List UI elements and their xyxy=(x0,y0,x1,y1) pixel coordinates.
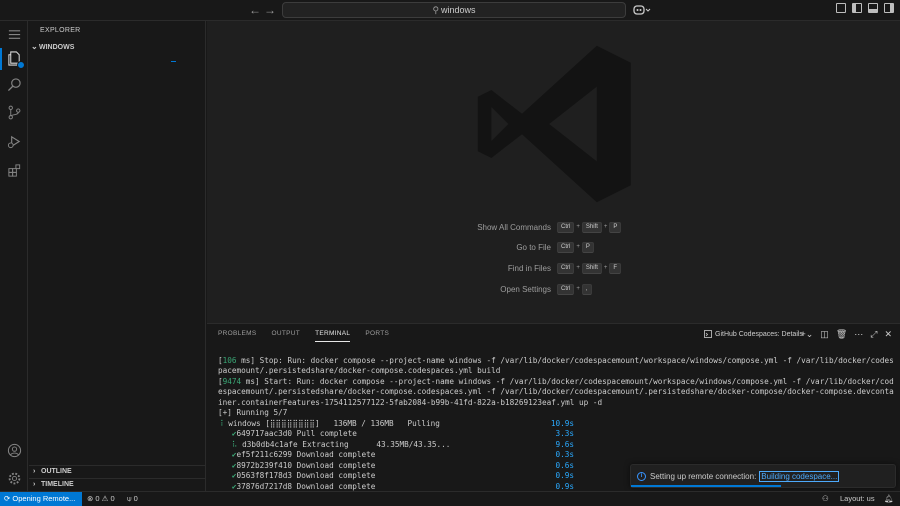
hint-open-settings: Open Settings Ctrl +, xyxy=(447,283,747,295)
primary-sidebar: EXPLORER ⌄WINDOWS › OUTLINE › TIMELINE xyxy=(29,21,206,491)
terminal-row: ⠸ windows [⣿⣿⣿⣿⣿⣿⣿⣿] 136MB / 136MB Pulli… xyxy=(218,418,574,428)
layout-controls xyxy=(836,3,894,13)
extensions-icon[interactable] xyxy=(4,160,24,180)
tab-terminal[interactable]: TERMINAL xyxy=(315,330,351,342)
toggle-secondary-sidebar-icon[interactable] xyxy=(884,3,894,13)
account-icon[interactable] xyxy=(4,440,24,460)
status-bar: ⟳ Opening Remote... ⊗ 0 ⚠ 0 ⍦ 0 ⚇ Layout… xyxy=(0,491,900,506)
notification-progress-bar xyxy=(631,485,781,487)
outline-section[interactable]: › OUTLINE xyxy=(29,465,206,478)
customize-layout-icon[interactable] xyxy=(836,3,846,13)
terminal-icon xyxy=(704,330,712,338)
sidebar-title: EXPLORER xyxy=(40,27,81,34)
chevron-down-icon: ⌄ xyxy=(31,42,38,51)
settings-gear-icon[interactable] xyxy=(4,468,24,488)
toggle-primary-sidebar-icon[interactable] xyxy=(852,3,862,13)
bell-icon[interactable]: 🔔︎ xyxy=(884,494,894,503)
maximize-panel-icon[interactable]: ⤢ xyxy=(870,329,877,340)
tab-problems[interactable]: PROBLEMS xyxy=(218,330,257,342)
trash-icon[interactable]: 🗑 xyxy=(836,329,847,340)
panel-tabs: PROBLEMS OUTPUT TERMINAL PORTS xyxy=(218,330,389,342)
timeline-section[interactable]: › TIMELINE xyxy=(29,478,206,491)
source-control-icon[interactable] xyxy=(4,102,24,122)
close-icon[interactable]: ✕ xyxy=(884,329,892,340)
hint-go-to-file: Go to File Ctrl + P xyxy=(447,241,747,253)
notification-toast[interactable]: i Setting up remote connection: Building… xyxy=(630,464,896,488)
search-icon[interactable] xyxy=(4,74,24,94)
title-bar: ← → ⚲ windows xyxy=(0,0,900,21)
toggle-panel-icon[interactable] xyxy=(868,3,878,13)
arrow-right-icon[interactable]: → xyxy=(263,3,277,17)
radio-tower-icon: ⍦ xyxy=(127,494,132,503)
accounts-status-icon[interactable]: ⚇ xyxy=(822,494,829,503)
menu-icon[interactable] xyxy=(4,24,24,44)
folder-windows[interactable]: ⌄WINDOWS xyxy=(31,42,74,51)
terminal-selector[interactable]: GitHub Codespaces: Details xyxy=(704,330,803,338)
more-actions-icon[interactable]: ⋯ xyxy=(854,329,863,340)
hint-show-all-commands: Show All Commands Ctrl + Shift + P xyxy=(447,221,747,233)
info-icon: i xyxy=(637,471,646,481)
tab-ports[interactable]: PORTS xyxy=(365,330,389,342)
error-icon: ⊗ xyxy=(87,494,94,503)
terminal-actions: +⌄ ◫ 🗑 ⋯ ⤢ ✕ xyxy=(801,329,893,340)
warning-icon: ⚠ xyxy=(101,494,109,503)
remote-icon: ⟳ xyxy=(4,494,11,503)
remote-indicator[interactable]: ⟳ Opening Remote... xyxy=(0,492,82,506)
tab-output[interactable]: OUTPUT xyxy=(272,330,301,342)
vscode-watermark-logo xyxy=(477,45,631,203)
chevron-right-icon: › xyxy=(33,481,36,488)
search-icon: ⚲ xyxy=(432,5,440,15)
ports-status[interactable]: ⍦ 0 xyxy=(127,494,138,504)
command-center-search[interactable]: ⚲ windows xyxy=(282,2,626,18)
arrow-left-icon[interactable]: ← xyxy=(248,3,262,17)
problems-status[interactable]: ⊗ 0 ⚠ 0 xyxy=(87,494,115,503)
explorer-badge xyxy=(17,61,25,69)
run-debug-icon[interactable] xyxy=(4,131,24,151)
hint-find-in-files: Find in Files Ctrl + Shift + F xyxy=(447,262,747,274)
explorer-progress-bar xyxy=(171,61,176,62)
split-terminal-icon[interactable]: ◫ xyxy=(820,329,829,340)
terminal-row: ✔649717aac3d0 Pull complete 3.3s xyxy=(218,429,574,438)
keyboard-layout[interactable]: Layout: us xyxy=(840,494,875,503)
new-terminal-icon[interactable]: +⌄ xyxy=(801,329,814,340)
terminal-row: ✔ef5f211c6299 Download complete 0.3s xyxy=(218,450,574,459)
notification-link[interactable]: Building codespace... xyxy=(759,470,840,482)
activity-bar xyxy=(0,21,28,491)
explorer-icon[interactable] xyxy=(0,48,25,70)
terminal-row: ⠧ d3b0db4c1afe Extracting 43.35MB/43.35.… xyxy=(218,439,574,449)
chevron-right-icon: › xyxy=(33,468,36,475)
editor-area: Show All Commands Ctrl + Shift + P Go to Fil… xyxy=(207,21,900,323)
notification-message: Setting up remote connection: xyxy=(650,471,757,481)
copilot-icon[interactable] xyxy=(633,4,651,16)
